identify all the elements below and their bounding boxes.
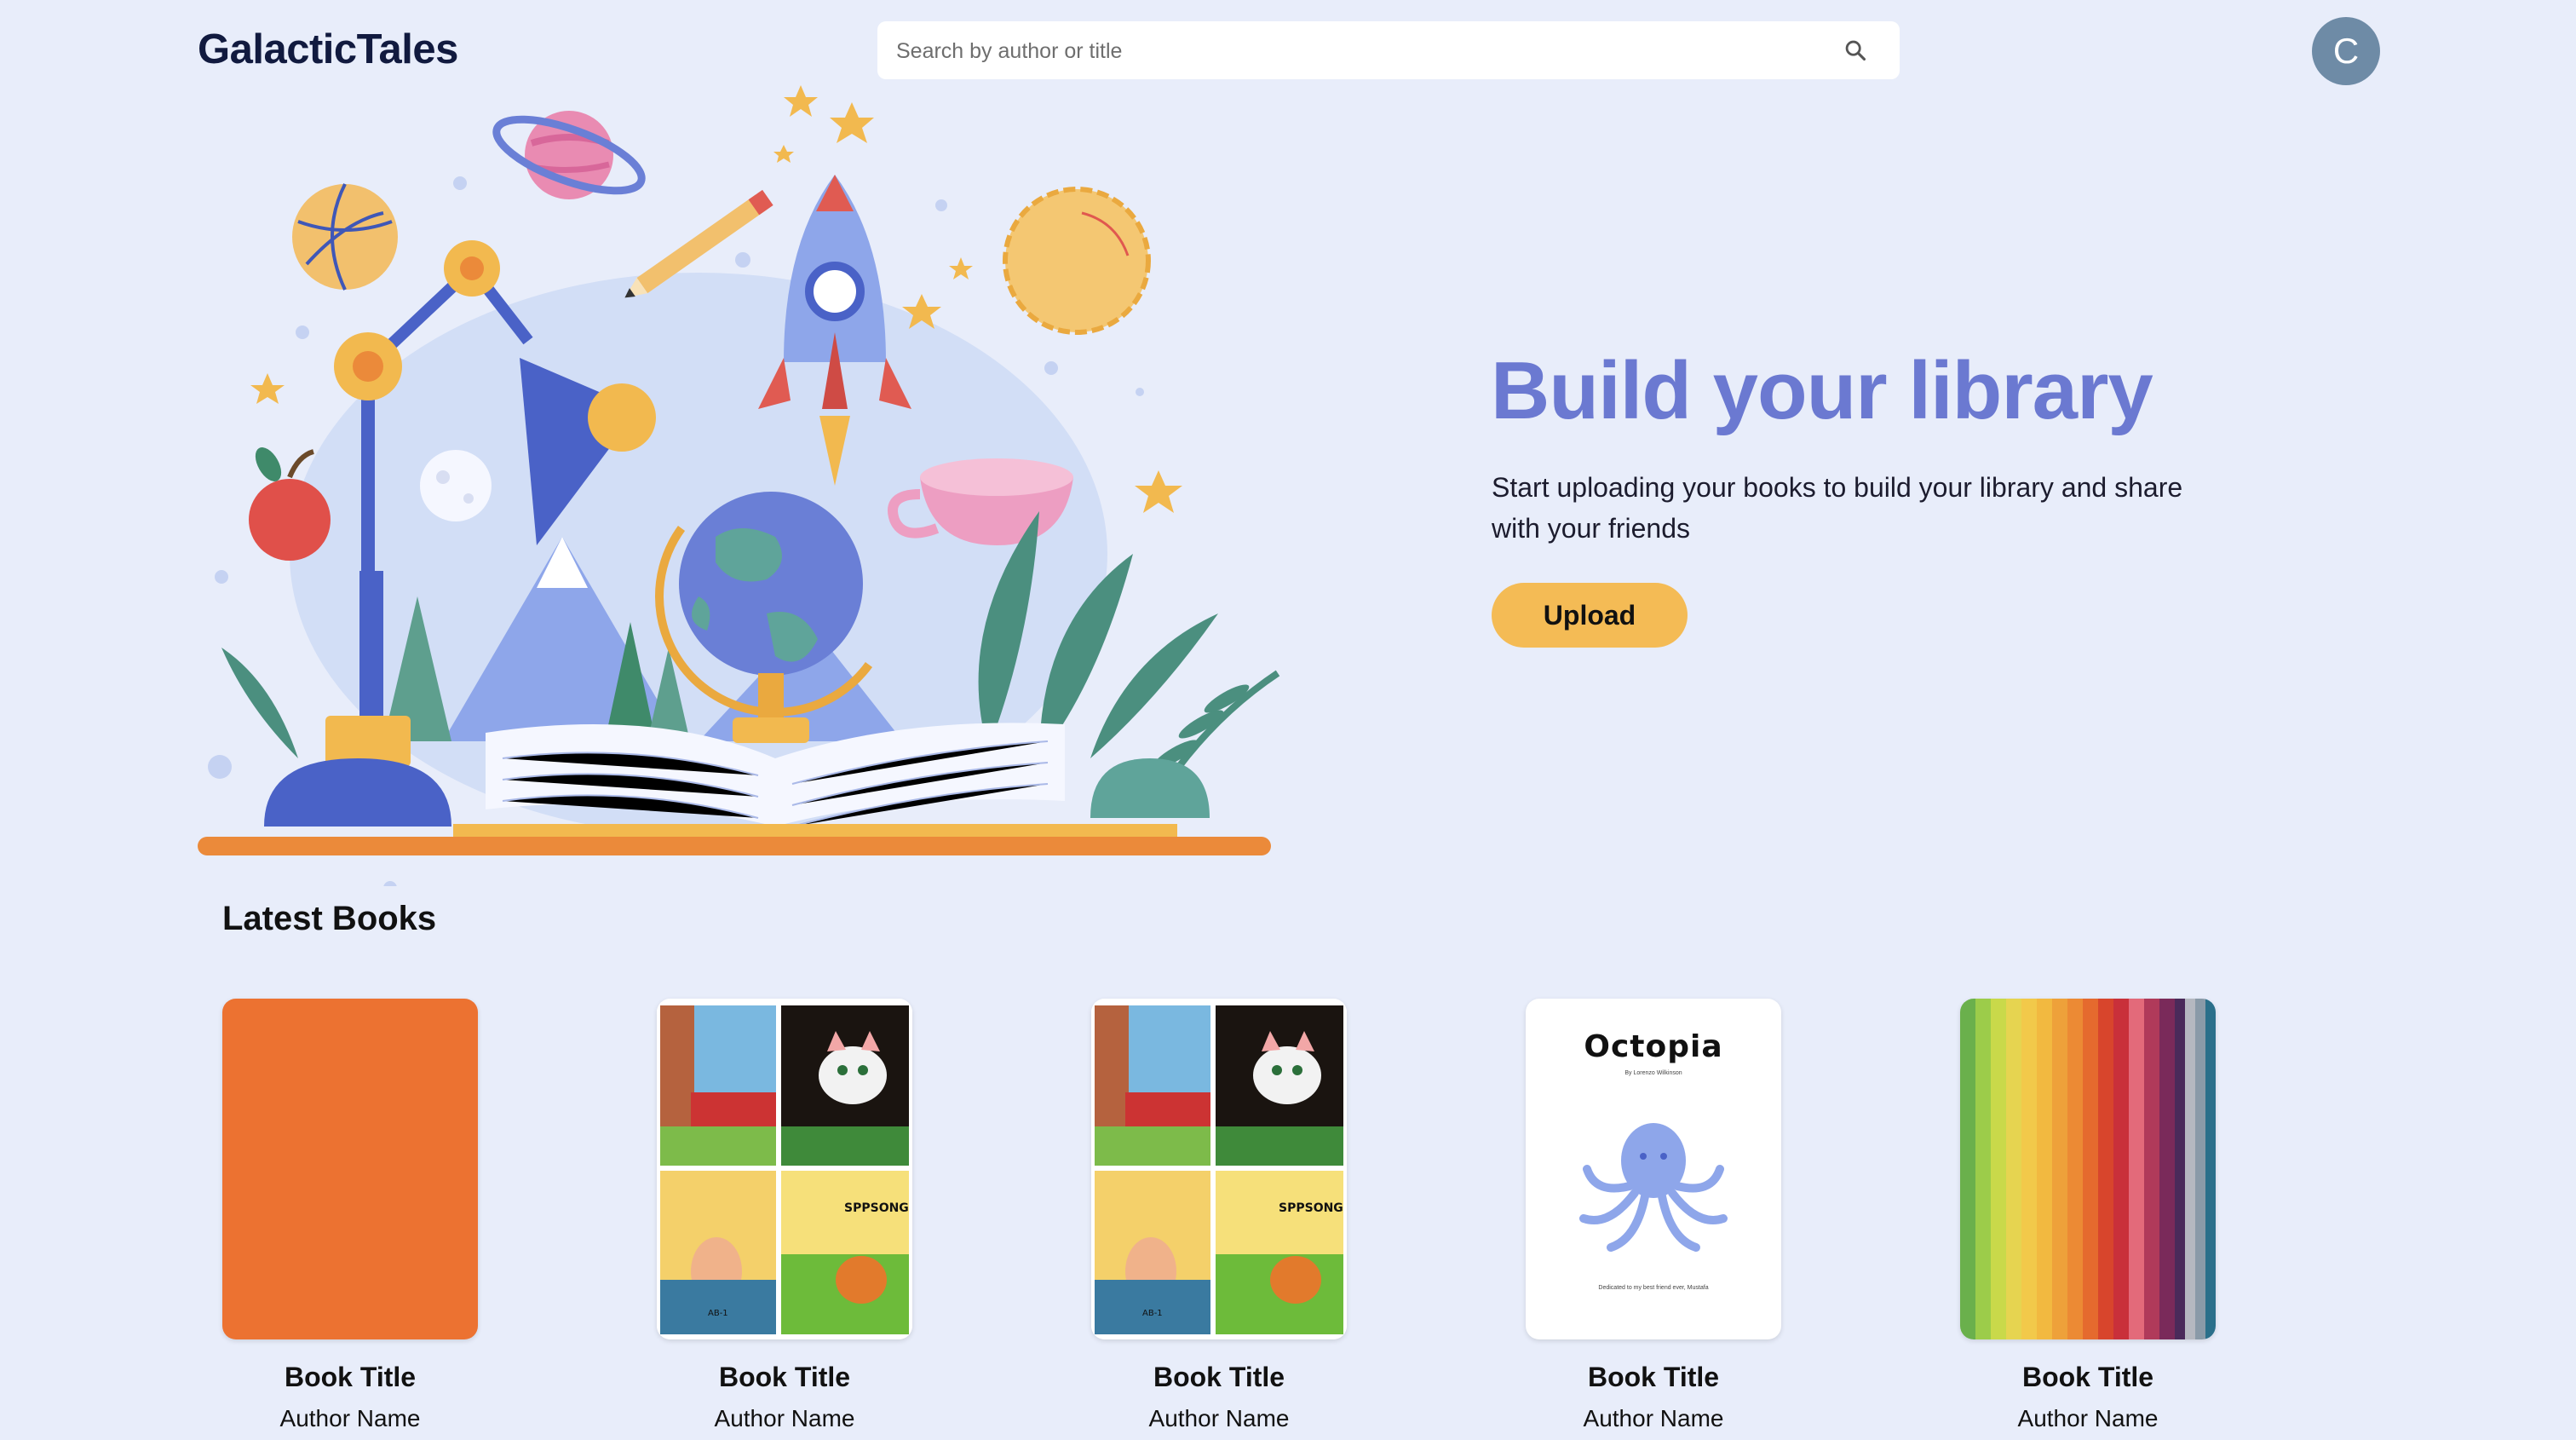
book-title[interactable]: Book Title	[1960, 1362, 2216, 1393]
latest-books-heading: Latest Books	[222, 900, 437, 937]
planet-graphic	[492, 111, 646, 199]
book-cover[interactable]: Octopia By Lorenzo Wilkinson Dedicated t…	[1526, 999, 1781, 1339]
hero-title: Build your library	[1491, 345, 2153, 436]
hero-subtitle: Start uploading your books to build your…	[1492, 472, 2183, 544]
book-cover[interactable]	[1960, 999, 2216, 1339]
comic-cover-art: SPPSONG AB-1	[1091, 999, 1347, 1339]
book-title[interactable]: Book Title	[1091, 1362, 1347, 1393]
book-cover[interactable]: SPPSONG AB-1	[1091, 999, 1347, 1339]
book-author: Author Name	[2017, 1405, 2159, 1431]
svg-text:AB-1: AB-1	[708, 1309, 728, 1318]
book-author: Author Name	[1583, 1405, 1724, 1431]
book-author: Author Name	[1148, 1405, 1290, 1431]
svg-text:SPPSONG: SPPSONG	[844, 1201, 909, 1215]
upload-button[interactable]: Upload	[1492, 583, 1688, 648]
book-author: Author Name	[714, 1405, 855, 1431]
book-card[interactable]: SPPSONG AB-1 Book Title Author Name	[657, 999, 912, 1432]
app-logo[interactable]: GalacticTales	[198, 26, 458, 73]
book-card[interactable]: Octopia By Lorenzo Wilkinson Dedicated t…	[1526, 999, 1781, 1432]
book-title[interactable]: Book Title	[657, 1362, 912, 1393]
user-avatar[interactable]: C	[2312, 17, 2380, 85]
book-title[interactable]: Book Title	[222, 1362, 478, 1393]
search-icon[interactable]	[1843, 38, 1867, 62]
svg-text:AB-1: AB-1	[1142, 1309, 1163, 1318]
book-card[interactable]: SPPSONG AB-1 Book Title Author Name	[1091, 999, 1347, 1432]
book-title[interactable]: Book Title	[1526, 1362, 1781, 1393]
book-card[interactable]: Book Title Author Name	[1960, 999, 2216, 1432]
cover-dedication-text: Dedicated to my best friend ever, Mustaf…	[1598, 1285, 1709, 1291]
hero-illustration	[198, 85, 1280, 886]
book-cover[interactable]	[222, 999, 478, 1339]
search-input[interactable]	[894, 21, 1835, 81]
comic-cover-art: SPPSONG AB-1	[657, 999, 912, 1339]
book-author: Author Name	[279, 1405, 421, 1431]
book-card[interactable]: Book Title Author Name	[222, 999, 478, 1432]
book-cover[interactable]: SPPSONG AB-1	[657, 999, 912, 1339]
search-bar[interactable]	[877, 21, 1900, 81]
svg-text:SPPSONG: SPPSONG	[1279, 1201, 1343, 1215]
